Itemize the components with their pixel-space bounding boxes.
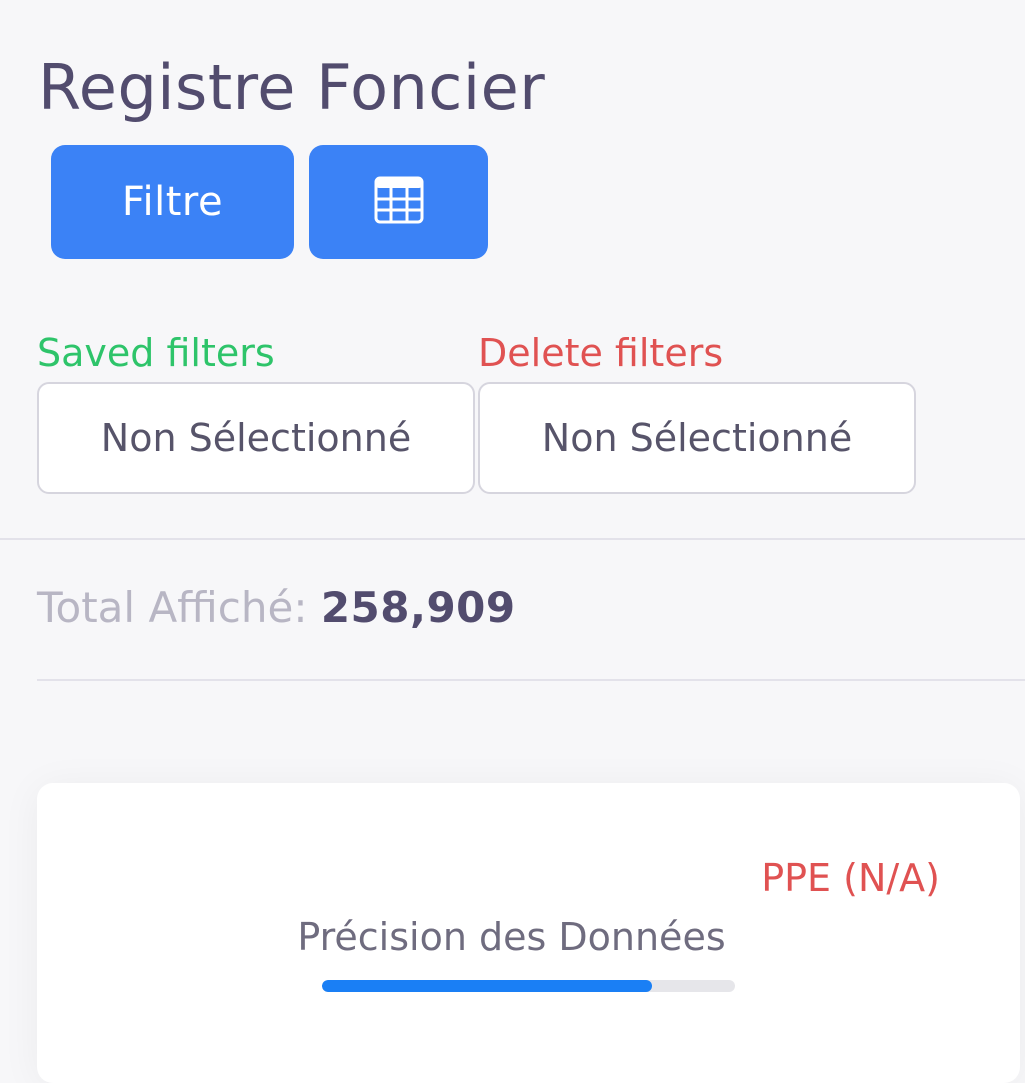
- saved-filters-select[interactable]: Non Sélectionné: [37, 382, 475, 494]
- filter-button[interactable]: Filtre: [51, 145, 294, 259]
- page-title: Registre Foncier: [38, 51, 546, 124]
- table-view-button[interactable]: [309, 145, 488, 259]
- precision-progress-bar: [322, 980, 735, 992]
- divider: [0, 538, 1025, 540]
- table-grid-icon: [374, 176, 424, 228]
- total-displayed: Total Affiché: 258,909: [37, 580, 516, 636]
- precision-label: Précision des Données: [297, 915, 726, 959]
- divider: [37, 679, 1025, 681]
- precision-progress-fill: [322, 980, 653, 992]
- total-label: Total Affiché:: [37, 583, 321, 632]
- data-precision-card: PPE (N/A) Précision des Données: [37, 783, 1020, 1083]
- total-value: 258,909: [320, 583, 516, 632]
- delete-filters-label: Delete filters: [478, 331, 724, 375]
- saved-filters-label: Saved filters: [37, 331, 275, 375]
- delete-filters-select[interactable]: Non Sélectionné: [478, 382, 916, 494]
- ppe-label: PPE (N/A): [761, 856, 940, 900]
